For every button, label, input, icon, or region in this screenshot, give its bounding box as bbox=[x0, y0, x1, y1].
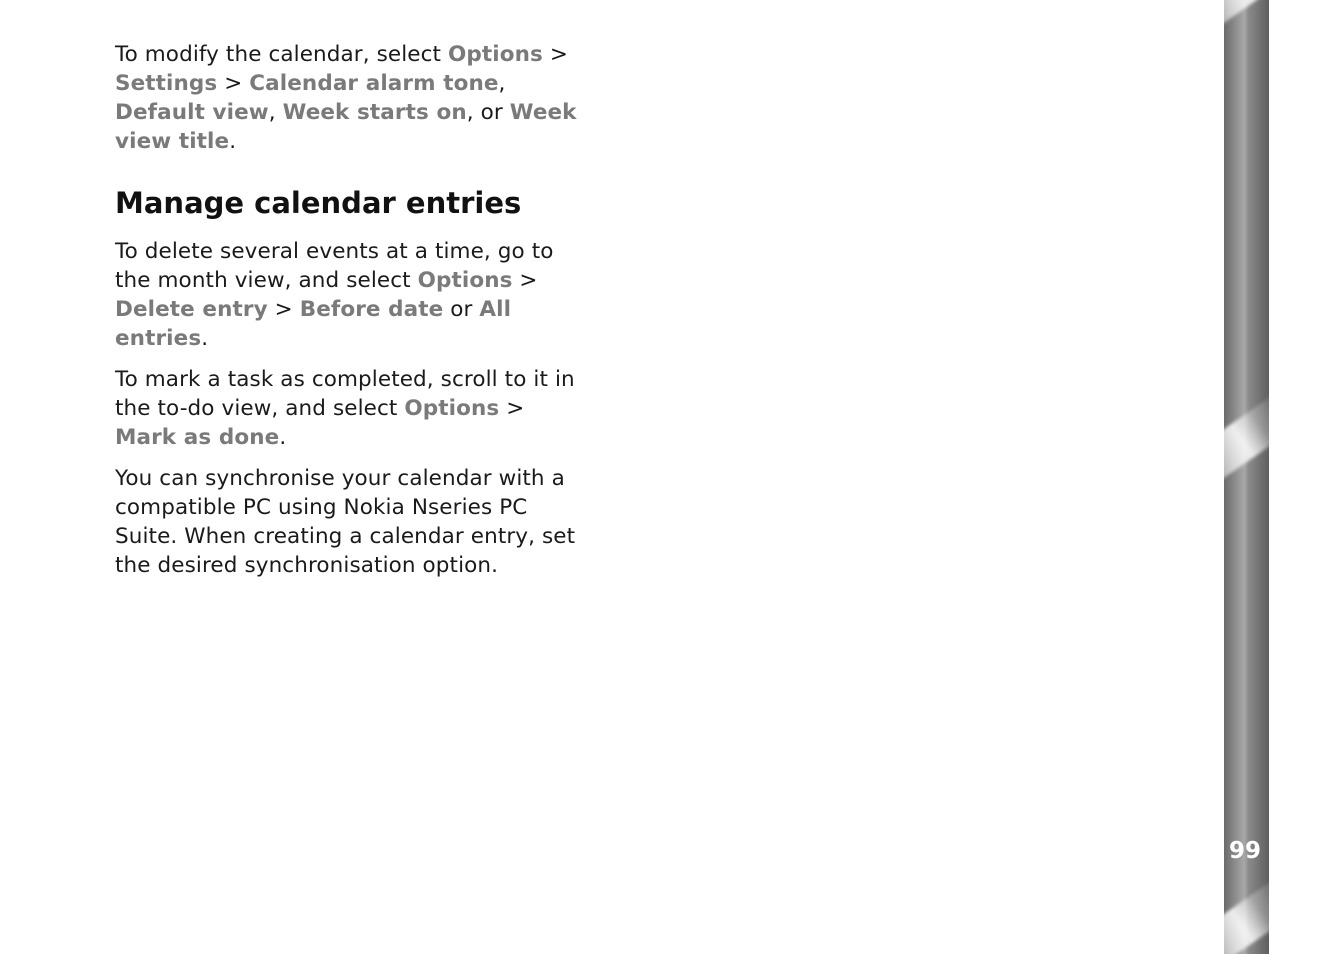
paragraph-sync: You can synchronise your calendar with a… bbox=[115, 464, 580, 580]
paragraph-modify-calendar: To modify the calendar, select Options >… bbox=[115, 40, 580, 156]
paragraph-mark-done: To mark a task as completed, scroll to i… bbox=[115, 365, 580, 452]
menu-path-options: Options bbox=[418, 268, 513, 293]
text-fragment: . bbox=[229, 129, 236, 154]
content-column: To modify the calendar, select Options >… bbox=[115, 40, 580, 592]
text-fragment: . bbox=[201, 326, 208, 351]
menu-separator: > bbox=[513, 268, 538, 293]
menu-separator: > bbox=[268, 297, 300, 322]
text-fragment: or bbox=[443, 297, 479, 322]
menu-option-alarm-tone: Calendar alarm tone bbox=[249, 71, 498, 96]
menu-path-delete-entry: Delete entry bbox=[115, 297, 268, 322]
heading-manage-entries: Manage calendar entries bbox=[115, 184, 580, 223]
paragraph-delete-events: To delete several events at a time, go t… bbox=[115, 237, 580, 353]
text-fragment: , or bbox=[467, 100, 510, 125]
text-fragment: To modify the calendar, select bbox=[115, 42, 448, 67]
menu-path-options: Options bbox=[404, 396, 499, 421]
menu-option-mark-done: Mark as done bbox=[115, 425, 279, 450]
page-root: To modify the calendar, select Options >… bbox=[0, 0, 1322, 954]
menu-option-week-starts: Week starts on bbox=[283, 100, 467, 125]
text-fragment: , bbox=[269, 100, 283, 125]
side-tab-bar bbox=[1224, 0, 1269, 954]
menu-separator: > bbox=[499, 396, 524, 421]
menu-path-options: Options bbox=[448, 42, 543, 67]
side-tab: Time management 99 bbox=[1197, 0, 1277, 954]
menu-option-default-view: Default view bbox=[115, 100, 269, 125]
text-fragment: . bbox=[279, 425, 286, 450]
menu-separator: > bbox=[217, 71, 249, 96]
menu-path-settings: Settings bbox=[115, 71, 217, 96]
menu-option-before-date: Before date bbox=[300, 297, 444, 322]
text-fragment: , bbox=[499, 71, 506, 96]
page-number: 99 bbox=[1229, 838, 1261, 864]
menu-separator: > bbox=[543, 42, 568, 67]
